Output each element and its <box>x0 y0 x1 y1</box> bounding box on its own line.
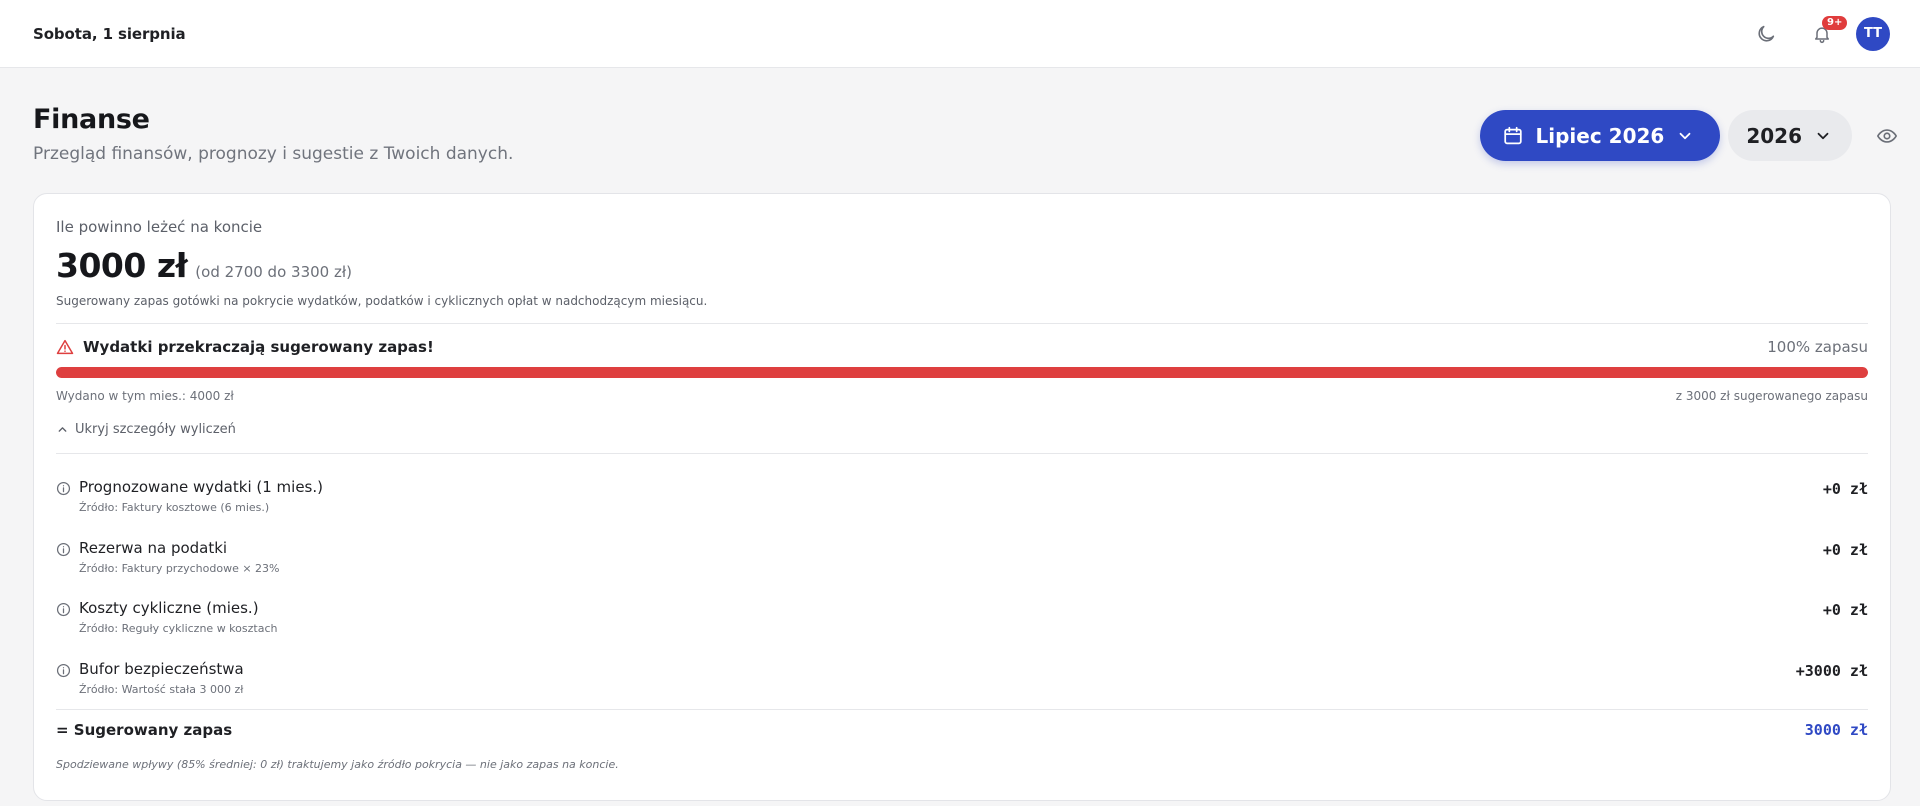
spent-row: Wydano w tym mies.: 4000 zł z 3000 zł su… <box>56 389 1868 403</box>
period-controls: Lipiec 2026 2026 <box>1479 110 1903 161</box>
footnote: Spodziewane wpływy (85% średniej: 0 zł) … <box>56 758 619 771</box>
item-value: +0 zł <box>1822 540 1868 559</box>
divider <box>56 453 1868 454</box>
month-select-button[interactable]: Lipiec 2026 <box>1479 110 1721 161</box>
item-value: +3000 zł <box>1795 661 1868 680</box>
warning-text: Wydatki przekraczają sugerowany zapas! <box>83 338 434 356</box>
reserve-amount: 3000 zł <box>56 246 188 285</box>
warning-message: Wydatki przekraczają sugerowany zapas! <box>56 338 434 356</box>
item-source: Źródło: Reguły cykliczne w kosztach <box>79 622 278 635</box>
warning-icon <box>56 339 74 355</box>
chevron-up-icon <box>58 427 67 432</box>
card-label: Ile powinno leżeć na koncie <box>56 218 263 236</box>
sum-label: = Sugerowany zapas <box>56 721 233 739</box>
calendar-icon <box>1503 126 1522 144</box>
reserve-progress-fill <box>56 367 1868 378</box>
current-date: Sobota, 1 sierpnia <box>33 24 186 43</box>
of-reserve-amount: z 3000 zł sugerowanego zapasu <box>1675 389 1868 403</box>
calculation-item: Prognozowane wydatki (1 mies.) Źródło: F… <box>56 466 1868 527</box>
eye-icon <box>1877 128 1897 143</box>
chevron-down-icon <box>1817 132 1829 139</box>
user-avatar[interactable]: TT <box>1856 16 1890 51</box>
info-icon[interactable] <box>56 542 71 557</box>
reserve-range: (od 2700 do 3300 zł) <box>195 263 352 281</box>
toggle-details-label: Ukryj szczegóły wyliczeń <box>75 422 236 437</box>
calculation-items: Prognozowane wydatki (1 mies.) Źródło: F… <box>56 466 1868 708</box>
sum-row: = Sugerowany zapas 3000 zł <box>56 721 1868 739</box>
calculation-item: Koszty cykliczne (mies.) Źródło: Reguły … <box>56 587 1868 648</box>
item-title: Koszty cykliczne (mies.) <box>79 599 259 617</box>
notifications-button[interactable]: 9+ <box>1802 14 1848 54</box>
reserve-progress-bar <box>56 367 1868 378</box>
item-source: Źródło: Faktury przychodowe × 23% <box>79 561 280 575</box>
divider <box>56 323 1868 324</box>
topbar-actions: 9+ TT <box>1746 14 1890 54</box>
amount-row: 3000 zł (od 2700 do 3300 zł) <box>56 246 1868 285</box>
calculation-item: Rezerwa na podatki Źródło: Faktury przyc… <box>56 527 1868 588</box>
moon-icon <box>1758 25 1775 42</box>
info-icon[interactable] <box>56 663 71 678</box>
item-value: +0 zł <box>1822 480 1868 498</box>
top-bar: Sobota, 1 sierpnia 9+ TT <box>0 0 1920 68</box>
sum-value: 3000 zł <box>1804 721 1868 739</box>
card-description: Sugerowany zapas gotówki na pokrycie wyd… <box>56 294 708 308</box>
warning-row: Wydatki przekraczają sugerowany zapas! 1… <box>56 338 1868 356</box>
year-select-button[interactable]: 2026 <box>1728 110 1852 161</box>
notifications-badge: 9+ <box>1822 15 1848 30</box>
item-value: +0 zł <box>1822 601 1868 619</box>
item-title: Bufor bezpieczeństwa <box>79 659 244 678</box>
theme-toggle-button[interactable] <box>1746 14 1786 54</box>
toggle-details-button[interactable]: Ukryj szczegóły wyliczeń <box>56 422 1868 437</box>
item-source: Źródło: Wartość stała 3 000 zł <box>79 682 244 696</box>
chevron-down-icon <box>1679 132 1691 139</box>
item-title: Rezerwa na podatki <box>79 538 228 557</box>
year-label: 2026 <box>1746 123 1802 148</box>
divider <box>56 709 1868 710</box>
info-icon[interactable] <box>56 481 71 496</box>
spent-amount: Wydano w tym mies.: 4000 zł <box>56 389 234 403</box>
item-source: Źródło: Faktury kosztowe (6 mies.) <box>79 501 270 514</box>
item-title: Prognozowane wydatki (1 mies.) <box>79 478 323 496</box>
month-label: Lipiec 2026 <box>1535 123 1665 148</box>
info-icon[interactable] <box>56 602 71 617</box>
calculation-item: Bufor bezpieczeństwa Źródło: Wartość sta… <box>56 648 1868 709</box>
visibility-toggle-button[interactable] <box>1872 121 1902 151</box>
cash-reserve-card: Ile powinno leżeć na koncie 3000 zł (od … <box>33 193 1891 801</box>
reserve-percent: 100% zapasu <box>1767 338 1868 356</box>
